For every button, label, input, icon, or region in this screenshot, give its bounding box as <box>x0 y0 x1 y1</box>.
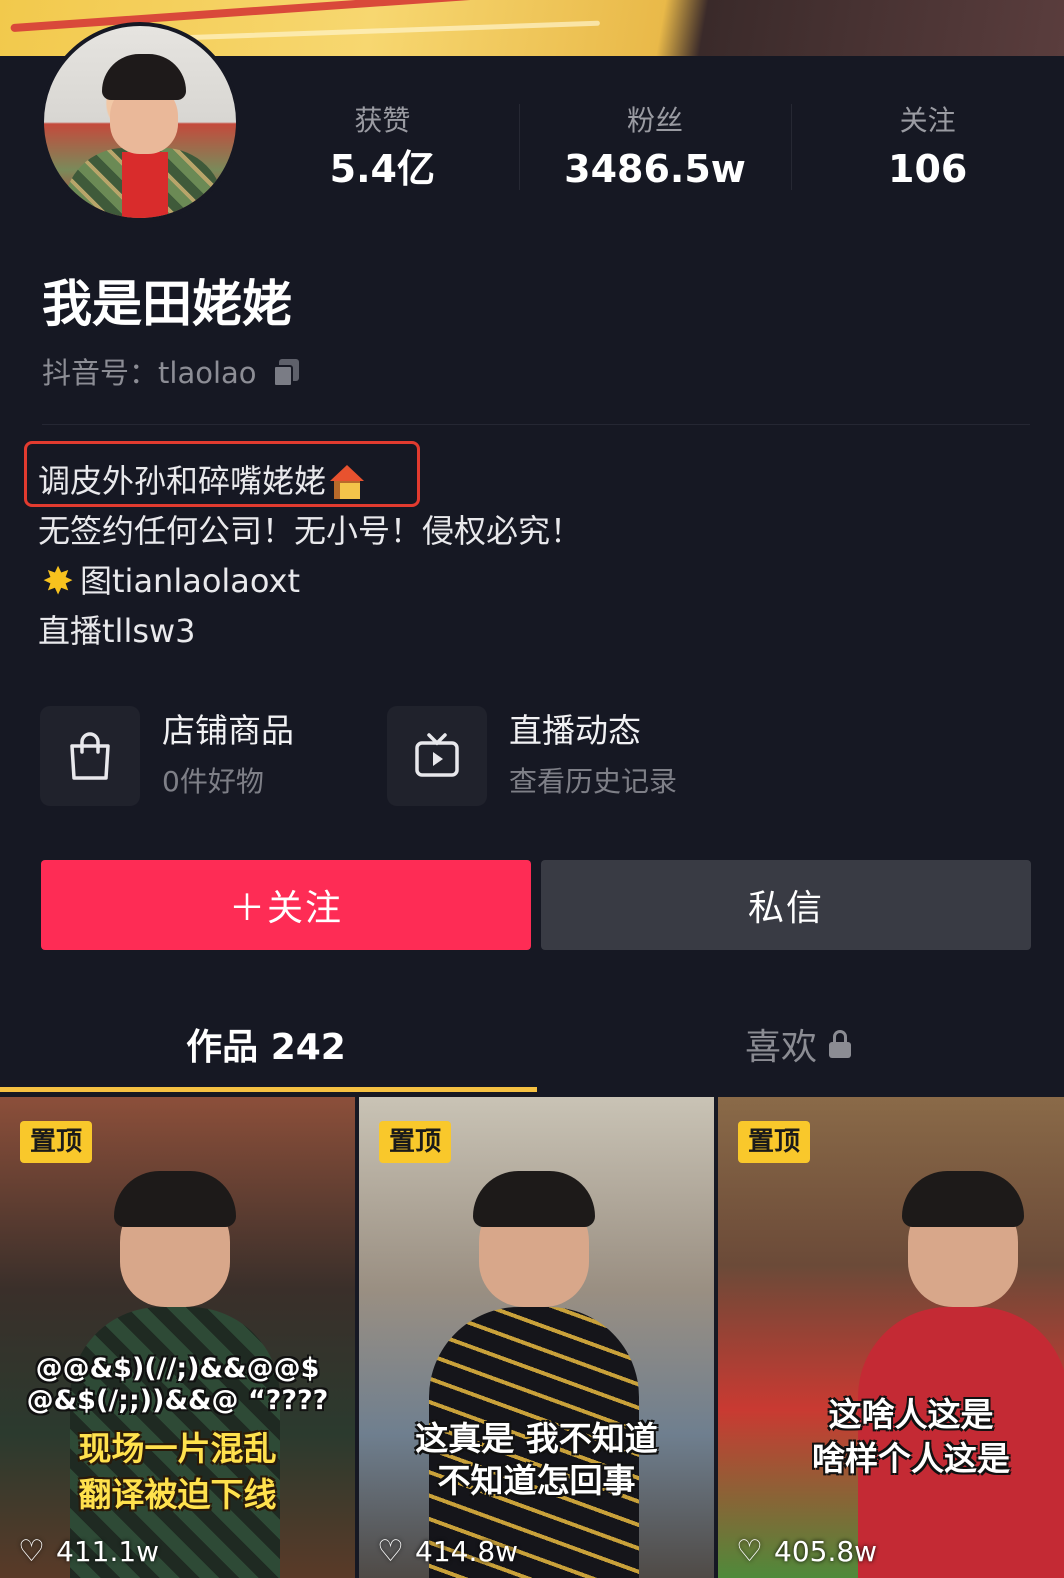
profile-id-label: 抖音号： <box>42 356 159 390</box>
avatar[interactable] <box>40 22 240 222</box>
live-icon-box <box>387 706 487 806</box>
like-count: 411.1w <box>56 1535 160 1568</box>
stat-followers[interactable]: 粉丝 3486.5w <box>518 100 792 200</box>
tab-likes[interactable]: 喜欢 <box>532 1006 1064 1082</box>
lock-icon <box>829 1030 851 1058</box>
video-caption: 啥样个人这是 <box>812 1439 1010 1478</box>
bio-line: 直播tllsw3 <box>38 606 582 656</box>
like-count: 414.8w <box>415 1535 519 1568</box>
copy-icon[interactable] <box>272 359 301 387</box>
tab-indicator <box>0 1087 537 1092</box>
message-button[interactable]: 私信 <box>541 860 1031 950</box>
pinned-badge: 置顶 <box>738 1121 811 1163</box>
video-thumbnail[interactable]: 置顶 这啥人这是 啥样个人这是 ♡ 405.8w <box>718 1097 1064 1578</box>
stat-value: 3486.5w <box>564 147 746 191</box>
shop-icon-box <box>40 706 140 806</box>
profile-id-value: tlaolao <box>158 356 257 390</box>
stat-value: 5.4亿 <box>329 147 435 191</box>
stat-following[interactable]: 关注 106 <box>791 100 1064 200</box>
heart-icon: ♡ <box>18 1533 45 1569</box>
card-title: 直播动态 <box>509 711 641 750</box>
stat-likes[interactable]: 获赞 5.4亿 <box>246 100 519 200</box>
video-likes: ♡ 405.8w <box>736 1535 877 1568</box>
stat-value: 106 <box>888 147 968 191</box>
tab-works[interactable]: 作品 242 <box>0 1006 532 1082</box>
profile-id: 抖音号： tlaolao <box>42 352 301 394</box>
video-caption: 现场一片混乱 <box>78 1429 277 1468</box>
video-likes: ♡ 414.8w <box>377 1535 518 1568</box>
profile-name: 我是田姥姥 <box>42 275 292 333</box>
video-caption: 这啥人这是 <box>828 1395 994 1434</box>
bio-line: ✸ 图tianlaolaoxt <box>38 556 582 606</box>
video-caption: 不知道怎回事 <box>437 1461 636 1500</box>
banner-decoration <box>180 20 600 41</box>
live-tv-icon <box>415 733 459 777</box>
tab-label: 喜欢 <box>744 1027 817 1068</box>
video-grid: 置顶 @@&$)(//;)&&@@$ @&$(/;;))&&@ “???? 现场… <box>0 1097 1064 1578</box>
like-count: 405.8w <box>774 1535 878 1568</box>
video-thumbnail[interactable]: 置顶 @@&$)(//;)&&@@$ @&$(/;;))&&@ “???? 现场… <box>0 1097 355 1578</box>
divider <box>42 424 1030 425</box>
pinned-badge: 置顶 <box>379 1121 452 1163</box>
heart-icon: ♡ <box>736 1533 763 1569</box>
stat-label: 粉丝 <box>627 104 684 137</box>
follow-button[interactable]: ＋关注 <box>41 860 531 950</box>
card-title: 店铺商品 <box>162 711 294 750</box>
highlight-box <box>24 441 420 507</box>
profile-tabs: 作品 242 喜欢 <box>0 1006 1064 1092</box>
video-thumbnail[interactable]: 置顶 这真是 我不知道 不知道怎回事 ♡ 414.8w <box>359 1097 714 1578</box>
pinned-badge: 置顶 <box>20 1121 93 1163</box>
bio-line: 无签约任何公司！无小号！侵权必究！ <box>38 506 582 556</box>
video-likes: ♡ 411.1w <box>18 1535 159 1568</box>
profile-stats: 获赞 5.4亿 粉丝 3486.5w 关注 106 <box>246 100 1064 200</box>
video-caption: @&$(/;;))&&@ “???? <box>26 1385 329 1416</box>
heart-icon: ♡ <box>377 1533 404 1569</box>
bio-text: 图tianlaolaoxt <box>80 562 300 600</box>
star-icon: ✸ <box>42 559 74 603</box>
tab-label: 作品 242 <box>186 1027 346 1068</box>
bio-text: 直播tllsw3 <box>38 612 196 650</box>
video-caption: 翻译被迫下线 <box>78 1475 277 1514</box>
stat-label: 关注 <box>899 104 956 137</box>
live-card[interactable]: 直播动态 查看历史记录 <box>387 706 677 806</box>
card-subtitle: 0件好物 <box>162 765 264 798</box>
shop-card[interactable]: 店铺商品 0件好物 <box>40 706 294 806</box>
profile-cards: 店铺商品 0件好物 直播动态 查看历史记录 <box>40 706 1040 810</box>
shopping-bag-icon <box>70 732 110 780</box>
card-subtitle: 查看历史记录 <box>509 765 678 798</box>
bio-text: 无签约任何公司！无小号！侵权必究！ <box>38 512 583 550</box>
stat-label: 获赞 <box>354 104 411 137</box>
video-caption: 这真是 我不知道 <box>415 1419 658 1458</box>
